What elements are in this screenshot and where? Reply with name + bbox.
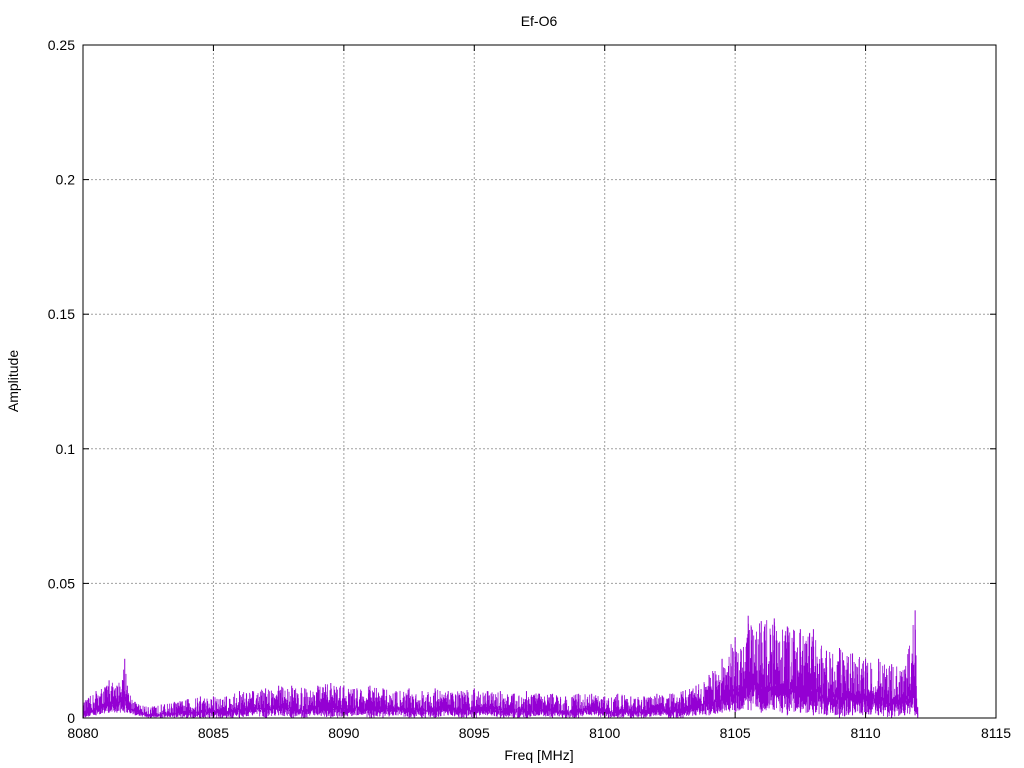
x-tick-label: 8115: [981, 725, 1011, 741]
y-tick-label: 0.15: [48, 306, 75, 322]
grid-lines: [83, 45, 996, 718]
y-tick-label: 0.05: [48, 575, 75, 591]
y-axis-label: Amplitude: [5, 350, 21, 412]
x-tick-label: 8105: [720, 725, 751, 741]
x-tick-label: 8080: [67, 725, 98, 741]
x-tick-label: 8095: [459, 725, 490, 741]
tick-marks: [82, 44, 997, 719]
y-tick-label: 0.2: [56, 172, 76, 188]
spectrum-chart: 8080 8085 8090 8095 8100 8105 8110 8115 0 0.05 0.…: [5, 13, 1011, 763]
y-tick-label: 0.1: [56, 441, 76, 457]
x-tick-label: 8100: [589, 725, 620, 741]
y-tick-label: 0.25: [48, 37, 75, 53]
x-tick-label: 8110: [851, 725, 881, 741]
series-group: [82, 610, 919, 718]
x-tick-label: 8085: [198, 725, 229, 741]
plot-frame: [82, 44, 997, 719]
y-tick-label: 0: [67, 710, 75, 726]
chart-title: Ef-O6: [521, 13, 558, 29]
y-tick-labels: 0 0.05 0.1 0.15 0.2 0.25: [48, 37, 75, 726]
x-axis-label: Freq [MHz]: [504, 747, 573, 763]
x-tick-label: 8090: [328, 725, 359, 741]
x-tick-labels: 8080 8085 8090 8095 8100 8105 8110 8115: [67, 725, 1011, 741]
